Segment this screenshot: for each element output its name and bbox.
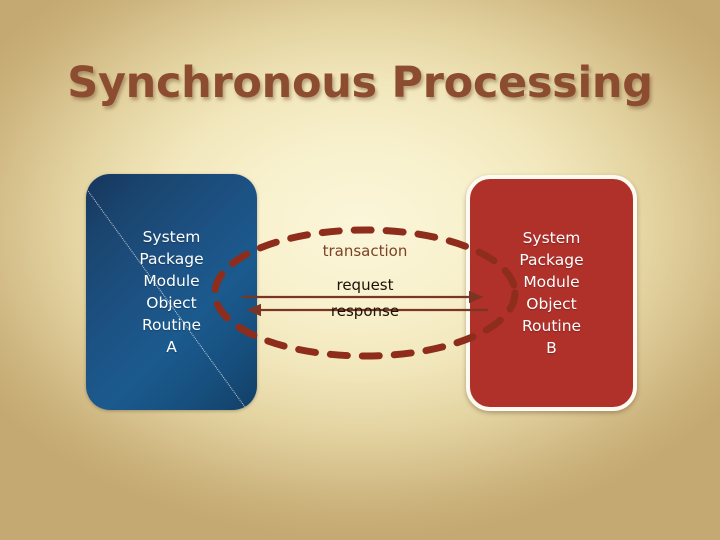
slide-canvas: Synchronous Processing System Package Mo… <box>0 0 720 540</box>
box-b-line-system: System <box>522 229 581 247</box>
box-b-line-label: B <box>546 339 557 357</box>
box-a-line-package: Package <box>139 250 204 268</box>
process-box-a[interactable]: System Package Module Object Routine A <box>86 174 257 410</box>
transaction-label: transaction <box>322 242 408 260</box>
box-b-line-module: Module <box>523 273 580 291</box>
response-label: response <box>330 302 400 320</box>
box-a-line-object: Object <box>146 294 197 312</box>
box-b-line-routine: Routine <box>521 317 582 335</box>
box-a-line-system: System <box>142 228 201 246</box>
box-a-line-routine: Routine <box>141 316 202 334</box>
process-box-a-text: System Package Module Object Routine A <box>139 226 203 358</box>
page-title: Synchronous Processing <box>67 58 653 108</box>
box-a-line-module: Module <box>143 272 200 290</box>
process-box-b-text: System Package Module Object Routine B <box>519 227 583 359</box>
box-a-line-label: A <box>166 338 177 356</box>
box-b-line-object: Object <box>526 295 577 313</box>
request-label: request <box>336 276 394 294</box>
process-box-b[interactable]: System Package Module Object Routine B <box>466 175 637 411</box>
interaction-region: transaction request response <box>211 174 519 410</box>
box-b-line-package: Package <box>519 251 584 269</box>
